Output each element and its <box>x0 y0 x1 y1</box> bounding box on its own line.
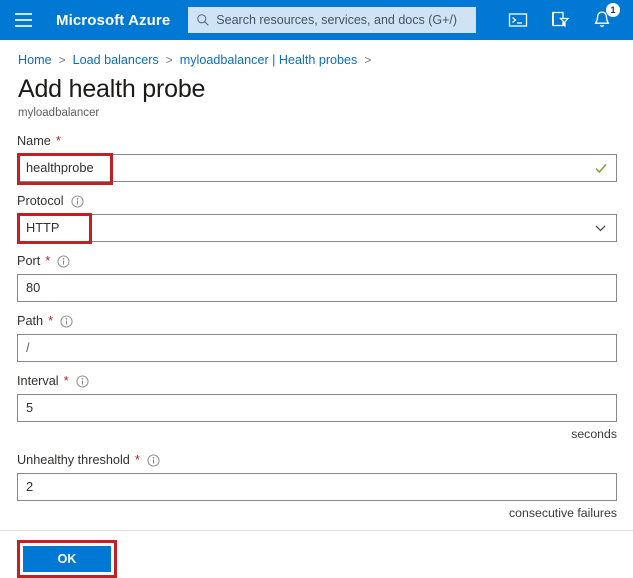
info-icon[interactable] <box>57 254 70 268</box>
info-icon[interactable] <box>71 194 84 208</box>
interval-input-value: 5 <box>26 399 34 415</box>
cloud-shell-icon[interactable] <box>507 9 529 31</box>
field-path-label-text: Path <box>17 314 44 328</box>
path-input-value: / <box>26 339 30 355</box>
azure-top-bar: Microsoft Azure Search resources, servic… <box>0 0 633 40</box>
field-name-label: Name * <box>17 133 617 149</box>
info-icon[interactable] <box>76 374 89 388</box>
field-interval: Interval * 5 seconds <box>17 373 617 441</box>
required-asterisk: * <box>55 133 61 148</box>
field-interval-label: Interval * <box>17 373 617 389</box>
field-name: Name * healthprobe <box>17 133 617 185</box>
protocol-select[interactable]: HTTP <box>17 213 617 244</box>
port-input-value: 80 <box>26 279 41 295</box>
protocol-selected-value: HTTP <box>26 219 60 235</box>
field-path-label: Path * <box>17 313 617 329</box>
breadcrumb: Home > Load balancers > myloadbalancer |… <box>0 40 633 67</box>
path-input[interactable]: / <box>17 334 617 362</box>
field-port-label-text: Port <box>17 254 41 268</box>
port-input[interactable]: 80 <box>17 274 617 302</box>
required-asterisk: * <box>45 253 51 268</box>
annotation-box-ok-button: OK <box>17 540 117 578</box>
terminal-icon <box>508 13 528 27</box>
global-search-placeholder: Search resources, services, and docs (G+… <box>216 13 458 27</box>
chevron-down-icon <box>595 225 606 232</box>
name-input[interactable]: healthprobe <box>17 153 617 185</box>
add-health-probe-form: Name * healthprobe Protocol HTTP Port * … <box>0 119 633 520</box>
directories-subscriptions-icon[interactable] <box>549 9 571 31</box>
azure-brand-logo[interactable]: Microsoft Azure <box>56 12 170 29</box>
breadcrumb-item-health-probes[interactable]: myloadbalancer | Health probes <box>180 53 358 67</box>
field-port: Port * 80 <box>17 253 617 302</box>
breadcrumb-separator: > <box>165 53 173 67</box>
required-asterisk: * <box>63 373 69 388</box>
field-unhealthy-threshold: Unhealthy threshold * 2 consecutive fail… <box>17 452 617 520</box>
top-bar-actions: 1 <box>507 3 621 31</box>
ok-button[interactable]: OK <box>23 546 111 572</box>
page-title: Add health probe <box>18 75 206 103</box>
breadcrumb-item-home[interactable]: Home <box>18 53 52 67</box>
field-unhealthy-threshold-label: Unhealthy threshold * <box>17 452 617 468</box>
notifications-icon[interactable]: 1 <box>591 3 620 31</box>
field-protocol: Protocol HTTP <box>17 193 617 244</box>
breadcrumb-separator-trailing: > <box>364 53 372 67</box>
interval-input[interactable]: 5 <box>17 394 617 422</box>
search-icon <box>197 14 210 26</box>
hamburger-line <box>14 25 32 27</box>
required-asterisk: * <box>48 313 54 328</box>
info-icon[interactable] <box>60 314 73 328</box>
required-asterisk: * <box>134 452 140 467</box>
filter-book-icon <box>552 11 570 28</box>
unhealthy-threshold-input[interactable]: 2 <box>17 473 617 501</box>
info-icon[interactable] <box>147 453 160 467</box>
breadcrumb-item-load-balancers[interactable]: Load balancers <box>73 53 159 67</box>
hamburger-line <box>14 13 32 15</box>
global-search-box[interactable]: Search resources, services, and docs (G+… <box>188 7 477 33</box>
page-subtitle: myloadbalancer <box>18 107 100 119</box>
field-protocol-label: Protocol <box>17 193 617 209</box>
unhealthy-threshold-unit-label: consecutive failures <box>509 506 617 520</box>
footer-divider <box>0 530 633 531</box>
hamburger-menu-icon[interactable] <box>10 7 36 33</box>
unhealthy-threshold-input-value: 2 <box>26 478 34 494</box>
breadcrumb-separator: > <box>58 53 66 67</box>
field-name-label-text: Name <box>17 134 51 148</box>
interval-unit-label: seconds <box>571 427 617 441</box>
valid-check-icon <box>595 163 607 174</box>
field-port-label: Port * <box>17 253 617 269</box>
footer-actions: OK <box>17 540 117 578</box>
field-path: Path * / <box>17 313 617 362</box>
field-interval-label-text: Interval <box>17 374 59 388</box>
field-unhealthy-threshold-label-text: Unhealthy threshold <box>17 453 130 467</box>
hamburger-line <box>14 19 32 21</box>
field-protocol-label-text: Protocol <box>17 194 64 208</box>
notification-count-badge: 1 <box>606 3 620 17</box>
name-input-value: healthprobe <box>26 159 94 175</box>
